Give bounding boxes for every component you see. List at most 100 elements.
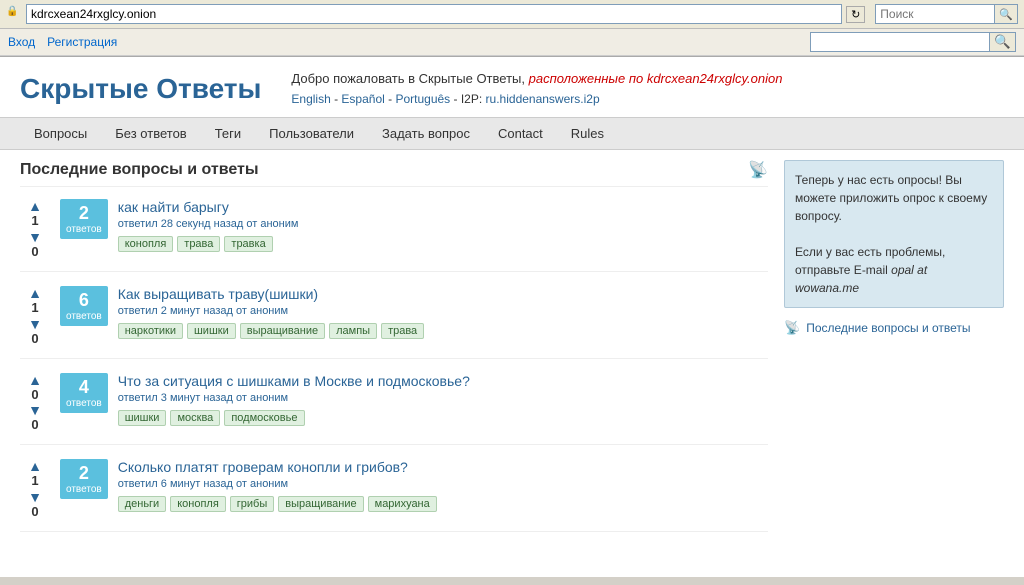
main-container: Последние вопросы и ответы 📡 ▲ 1 ▼ 0 2 о… [0,150,1024,556]
tag[interactable]: выращивание [240,323,325,339]
sidebar-rss-label: Последние вопросы и ответы [806,321,970,335]
toolbar-search-button[interactable]: 🔍 [990,32,1016,52]
toolbar-right: 🔍 [810,32,1016,52]
browser-search-box: 🔍 [875,4,1018,24]
answer-count-num-3: 4 [66,377,102,398]
vote-box-1: ▲ 1 ▼ 0 [20,199,50,261]
nav-item-ask: Задать вопрос [368,118,484,149]
vote-up-1[interactable]: ▲ [28,199,42,213]
i2p-link[interactable]: ru.hiddenanswers.i2p [486,92,600,106]
vote-count-down-4: 0 [31,504,38,521]
address-input[interactable] [26,4,842,24]
vote-count-up-4: 1 [31,473,38,490]
tag[interactable]: травка [224,236,272,252]
page-title: Последние вопросы и ответы [20,161,259,179]
question-meta-2: ответил 2 минут назад от аноним [118,305,768,317]
vote-count-up-3: 0 [31,387,38,404]
answer-count-box-2: 6 ответов [60,286,108,326]
tag[interactable]: трава [381,323,424,339]
tagline-line: Добро пожаловать в Скрытые Ответы, распо… [291,69,782,90]
vote-down-1[interactable]: ▼ [28,230,42,244]
tag[interactable]: наркотики [118,323,183,339]
question-body-2: Как выращивать траву(шишки) ответил 2 ми… [118,286,768,339]
register-link[interactable]: Регистрация [47,35,117,49]
nav-link-unanswered[interactable]: Без ответов [101,118,200,149]
question-title-2[interactable]: Как выращивать траву(шишки) [118,286,318,302]
answer-count-box-4: 2 ответов [60,459,108,499]
tag[interactable]: деньги [118,496,167,512]
sidebar-info-box: Теперь у нас есть опросы! Вы можете прил… [784,160,1004,308]
main-content: Последние вопросы и ответы 📡 ▲ 1 ▼ 0 2 о… [20,160,768,546]
tag[interactable]: москва [170,410,220,426]
question-item: ▲ 1 ▼ 0 6 ответов Как выращивать траву(ш… [20,286,768,359]
tag[interactable]: шишки [187,323,236,339]
tag[interactable]: выращивание [278,496,363,512]
rss-small-icon: 📡 [784,320,800,336]
nav-link-tags[interactable]: Теги [201,118,255,149]
answer-count-box-3: 4 ответов [60,373,108,413]
vote-up-3[interactable]: ▲ [28,373,42,387]
vote-down-3[interactable]: ▼ [28,403,42,417]
nav-link-ask[interactable]: Задать вопрос [368,118,484,149]
vote-count-up-2: 1 [31,300,38,317]
vote-down-4[interactable]: ▼ [28,490,42,504]
nav-item-tags: Теги [201,118,255,149]
nav-link-questions[interactable]: Вопросы [20,118,101,149]
tags-2: наркотики шишки выращивание лампы трава [118,323,768,339]
login-link[interactable]: Вход [8,35,35,49]
nav-link-contact[interactable]: Contact [484,118,557,149]
vote-count-down-3: 0 [31,417,38,434]
tag[interactable]: грибы [230,496,274,512]
browser-chrome: 🔒 ↻ 🔍 Вход Регистрация 🔍 [0,0,1024,57]
nav-item-unanswered: Без ответов [101,118,200,149]
sidebar-info-text-1: Теперь у нас есть опросы! Вы можете прил… [795,171,993,225]
question-body-4: Сколько платят гроверам конопли и грибов… [118,459,768,512]
tag[interactable]: конопля [170,496,226,512]
lang-espanol-link[interactable]: Español [341,92,384,106]
vote-count-down-2: 0 [31,331,38,348]
page-heading: Последние вопросы и ответы 📡 [20,160,768,187]
sidebar-rss-link[interactable]: 📡 Последние вопросы и ответы [784,320,1004,336]
tag[interactable]: конопля [118,236,174,252]
question-title-1[interactable]: как найти барыгу [118,199,229,215]
vote-count-up-1: 1 [31,213,38,230]
toolbar-search-input[interactable] [810,32,990,52]
refresh-button[interactable]: ↻ [846,6,865,23]
browser-search-input[interactable] [875,4,995,24]
tag[interactable]: подмосковье [224,410,304,426]
site-nav: Вопросы Без ответов Теги Пользователи За… [0,117,1024,150]
rss-icon[interactable]: 📡 [748,160,768,180]
tags-3: шишки москва подмосковье [118,410,768,426]
i2p-label: I2P: [461,92,482,106]
question-title-4[interactable]: Сколько платят гроверам конопли и грибов… [118,459,408,475]
answer-count-label-1: ответов [66,224,102,235]
vote-up-2[interactable]: ▲ [28,286,42,300]
tag[interactable]: трава [177,236,220,252]
browser-search-button[interactable]: 🔍 [995,4,1018,24]
nav-item-contact: Contact [484,118,557,149]
nav-item-questions: Вопросы [20,118,101,149]
nav-link-users[interactable]: Пользователи [255,118,368,149]
answer-count-num-4: 2 [66,463,102,484]
question-meta-1: ответил 28 секунд назад от аноним [118,218,768,230]
answer-count-num-1: 2 [66,203,102,224]
sidebar-info-text-2: Если у вас есть проблемы, отправьте E-ma… [795,243,993,297]
site-header: Скрытые Ответы Добро пожаловать в Скрыты… [0,57,1024,117]
vote-up-4[interactable]: ▲ [28,459,42,473]
lang-portugues-link[interactable]: Português [395,92,450,106]
tag[interactable]: лампы [329,323,377,339]
question-meta-3: ответил 3 минут назад от аноним [118,392,768,404]
tags-4: деньги конопля грибы выращивание марихуа… [118,496,768,512]
page-wrapper: Скрытые Ответы Добро пожаловать в Скрыты… [0,57,1024,577]
address-bar: 🔒 ↻ 🔍 [0,0,1024,29]
lang-links: English - Español - Português - I2P: ru.… [291,90,782,109]
vote-box-4: ▲ 1 ▼ 0 [20,459,50,521]
tag[interactable]: шишки [118,410,167,426]
tag[interactable]: марихуана [368,496,437,512]
answer-count-label-2: ответов [66,311,102,322]
site-url: расположенные по kdrcxean24rxglcy.onion [529,71,783,86]
lang-english-link[interactable]: English [291,92,330,106]
nav-link-rules[interactable]: Rules [557,118,618,149]
question-title-3[interactable]: Что за ситуация с шишками в Москве и под… [118,373,470,389]
vote-down-2[interactable]: ▼ [28,317,42,331]
